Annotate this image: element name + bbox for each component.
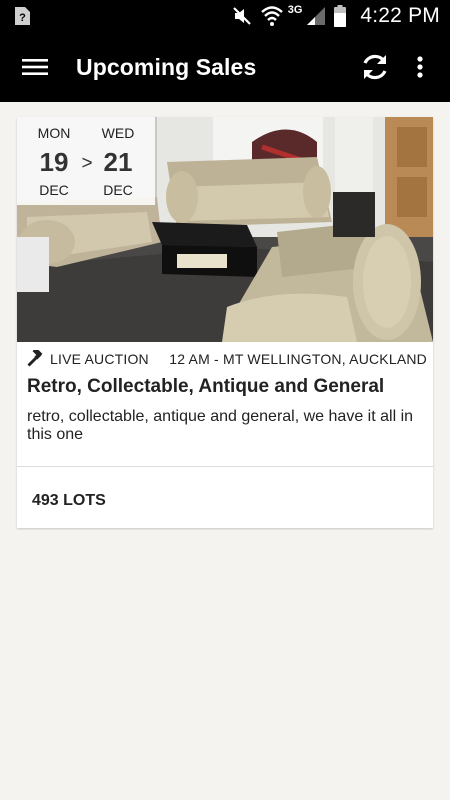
card-divider [17, 466, 433, 467]
app-bar: Upcoming Sales [0, 32, 450, 102]
sale-type-label: LIVE AUCTION [50, 351, 149, 367]
overflow-menu-button[interactable] [404, 47, 436, 87]
start-month: DEC [39, 182, 69, 198]
start-day-name: MON [37, 125, 71, 141]
network-type-label: 3G [287, 4, 303, 16]
sale-description: retro, collectable, antique and general,… [27, 408, 414, 443]
mute-icon [232, 7, 251, 25]
notification-icon: ? [15, 7, 30, 25]
lot-count[interactable]: 493 LOTS [32, 492, 106, 510]
start-day-number: 19 [39, 147, 69, 177]
battery-icon [334, 5, 347, 27]
signal-icon [307, 7, 326, 25]
sale-title[interactable]: Retro, Collectable, Antique and General [27, 376, 384, 398]
end-day-name: WED [101, 125, 135, 141]
end-month: DEC [103, 182, 133, 198]
end-day-number: 21 [103, 147, 133, 177]
menu-icon [22, 59, 48, 75]
page-title: Upcoming Sales [76, 54, 257, 80]
sale-meta-row: LIVE AUCTION 12 AM - MT WELLINGTON, AUCK… [27, 349, 427, 369]
overflow-icon [417, 56, 423, 78]
refresh-button[interactable] [354, 47, 396, 87]
wifi-icon [260, 6, 283, 26]
svg-text:?: ? [19, 12, 26, 24]
sale-time-location: 12 AM - MT WELLINGTON, AUCKLAND [169, 351, 427, 367]
date-range-badge: MON 19 DEC > WED 21 DEC [17, 117, 155, 205]
clock: 4:22 PM [360, 4, 440, 27]
menu-button[interactable] [14, 49, 56, 85]
refresh-icon [363, 54, 387, 80]
sale-card[interactable]: MON 19 DEC > WED 21 DEC LIVE AUCTION 12 … [17, 117, 433, 528]
sale-photo[interactable]: MON 19 DEC > WED 21 DEC [17, 117, 433, 342]
status-bar: ? 3G 4:22 PM [0, 0, 450, 32]
gavel-icon [27, 350, 43, 367]
